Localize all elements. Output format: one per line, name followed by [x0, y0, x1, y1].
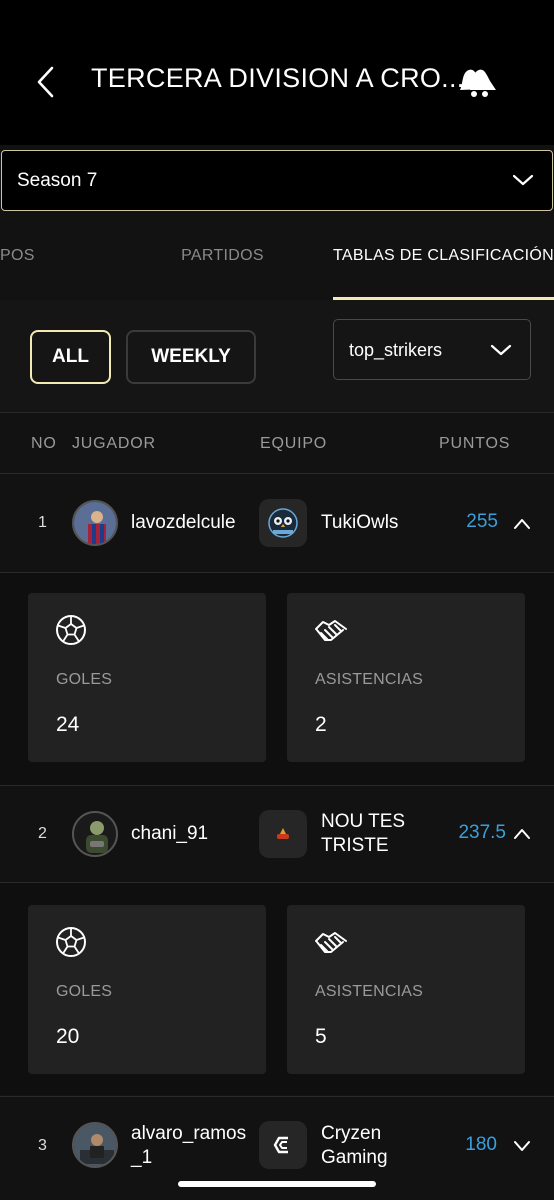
goals-card: GOLES 24 — [28, 593, 266, 762]
season-select-value: Season 7 — [17, 170, 98, 191]
team-name[interactable]: TukiOwls — [321, 511, 398, 535]
row-rank: 1 — [38, 514, 47, 531]
season-select[interactable]: Season 7 — [1, 150, 553, 211]
back-button[interactable] — [30, 62, 62, 102]
team-logo — [259, 810, 307, 858]
handshake-icon — [315, 620, 347, 641]
owl-logo-icon — [268, 508, 298, 538]
notifications-button[interactable] — [452, 62, 500, 102]
chevron-up-icon[interactable] — [512, 514, 532, 534]
table-row[interactable]: 1 lavozdelcule TukiOwls 255 — [0, 474, 554, 572]
app-header: TERCERA DIVISION A CRO... — [0, 0, 554, 145]
avatar — [72, 811, 118, 857]
stat-type-select[interactable]: top_strikers — [333, 319, 531, 380]
tab-bar: IPOS PARTIDOS TABLAS DE CLASIFICACIÓN — [0, 212, 554, 300]
player-name[interactable]: chani_91 — [131, 822, 208, 846]
player-name[interactable]: alvaro_ramos_1 — [131, 1122, 251, 1170]
goals-card: GOLES 20 — [28, 905, 266, 1074]
tab-clasificacion[interactable]: TABLAS DE CLASIFICACIÓN — [333, 212, 554, 300]
row-rank: 3 — [38, 1137, 47, 1154]
cryzen-logo-icon — [273, 1136, 288, 1154]
filter-bar: ALL WEEKLY top_strikers — [0, 300, 554, 412]
assists-value: 2 — [315, 713, 327, 736]
soccer-ball-icon — [56, 927, 86, 957]
stat-type-value: top_strikers — [349, 340, 443, 360]
row-rank: 2 — [38, 825, 47, 842]
header-no: NO — [31, 435, 57, 452]
goals-label: GOLES — [56, 671, 113, 688]
assists-card: ASISTENCIAS 2 — [287, 593, 525, 762]
chevron-down-icon — [490, 344, 512, 356]
points-value: 255 — [466, 511, 498, 532]
chevron-down-icon — [512, 174, 534, 186]
player-name[interactable]: lavozdelcule — [131, 511, 236, 535]
player-stats-panel: GOLES 20 ASISTENCIAS 5 — [0, 883, 554, 1095]
table-row[interactable]: 3 alvaro_ramos_1 Cryzen Gaming 180 — [0, 1097, 554, 1193]
page-title: TERCERA DIVISION A CRO... — [91, 63, 465, 93]
table-header: NO JUGADOR EQUIPO PUNTOS — [0, 413, 554, 473]
table-row[interactable]: 2 chani_91 NOU TES TRISTE 237.5 — [0, 786, 554, 882]
points-value: 180 — [465, 1134, 497, 1155]
player-stats-panel: GOLES 24 ASISTENCIAS 2 — [0, 573, 554, 785]
tab-equipos[interactable]: IPOS — [0, 212, 70, 300]
avatar — [72, 1122, 118, 1168]
soccer-ball-icon — [56, 615, 86, 645]
handshake-icon — [315, 932, 347, 953]
points-value: 237.5 — [458, 822, 506, 843]
goals-value: 24 — [56, 713, 80, 736]
home-indicator — [178, 1181, 376, 1187]
header-player: JUGADOR — [72, 435, 156, 452]
team-name[interactable]: Cryzen Gaming — [321, 1122, 441, 1170]
avatar — [72, 500, 118, 546]
team-logo — [259, 499, 307, 547]
team-crest-icon — [277, 828, 289, 839]
header-points: PUNTOS — [439, 435, 511, 452]
team-logo — [259, 1121, 307, 1169]
assists-card: ASISTENCIAS 5 — [287, 905, 525, 1074]
assists-label: ASISTENCIAS — [315, 983, 424, 1000]
chevron-up-icon[interactable] — [512, 824, 532, 844]
goals-label: GOLES — [56, 983, 113, 1000]
filter-weekly-button[interactable]: WEEKLY — [126, 330, 256, 384]
header-team: EQUIPO — [260, 435, 328, 452]
assists-label: ASISTENCIAS — [315, 671, 424, 688]
chevron-down-icon[interactable] — [512, 1136, 532, 1156]
bell-icon — [460, 69, 496, 97]
filter-all-button[interactable]: ALL — [30, 330, 111, 384]
tab-partidos[interactable]: PARTIDOS — [150, 212, 295, 300]
goals-value: 20 — [56, 1025, 80, 1048]
assists-value: 5 — [315, 1025, 327, 1048]
team-name[interactable]: NOU TES TRISTE — [321, 810, 441, 858]
chevron-left-icon — [37, 66, 54, 98]
